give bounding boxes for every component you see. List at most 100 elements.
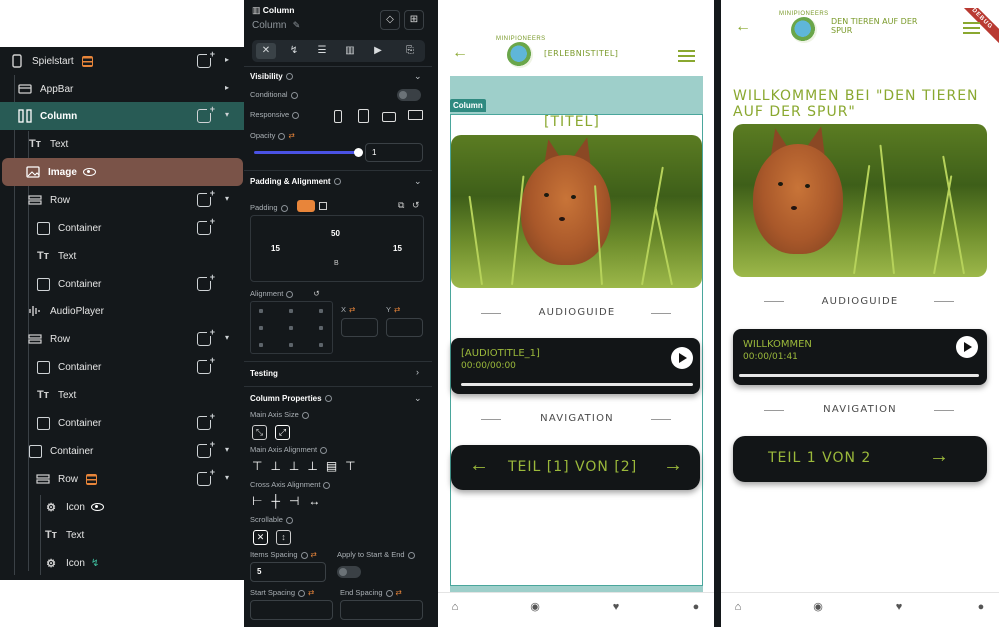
tree-item-container[interactable]: Container + (0, 353, 244, 381)
reset-icon[interactable]: ↺ (412, 200, 420, 211)
tree-item-container[interactable]: Container + ▾ (0, 437, 244, 465)
tab-docs-icon[interactable]: ⎘ (400, 43, 420, 59)
tree-item-row[interactable]: Row + ▾ (0, 186, 244, 214)
tab-actions-icon[interactable]: ↯ (284, 43, 304, 59)
add-widget-icon[interactable]: + (197, 439, 215, 458)
add-widget-icon[interactable]: + (197, 188, 215, 207)
scrollable-on-icon[interactable]: ↕ (276, 530, 291, 545)
alignment-grid[interactable] (250, 301, 333, 354)
tablet-size-icon[interactable] (358, 109, 369, 123)
menu-icon[interactable] (963, 22, 980, 35)
visibility-eye-icon[interactable] (90, 503, 104, 511)
tree-item-text[interactable]: Tт Text (0, 242, 244, 270)
add-widget-icon[interactable]: + (197, 411, 215, 430)
variable-icon[interactable]: ⇄ (288, 131, 294, 140)
tree-item-row[interactable]: Row + ▾ (0, 325, 244, 353)
main-axis-max-icon[interactable]: ⤢ (275, 425, 290, 440)
add-widget-icon[interactable]: + (197, 49, 215, 68)
opacity-input[interactable]: 1 (365, 143, 423, 162)
back-arrow-icon[interactable]: ← (735, 18, 751, 36)
audio-progress-bar[interactable] (739, 374, 979, 377)
expand-caret-icon[interactable]: ▾ (225, 473, 229, 482)
expand-chevron-icon[interactable]: › (416, 367, 419, 377)
copy-icon[interactable]: ⧉ (398, 200, 404, 211)
padding-right-value[interactable]: 15 (393, 244, 402, 253)
tree-item-column[interactable]: Column + ▾ (0, 102, 244, 130)
heart-icon[interactable]: ♥ (610, 601, 622, 613)
end-spacing-input[interactable] (340, 600, 423, 620)
alignment-x-input[interactable] (341, 318, 378, 337)
opacity-slider-track[interactable] (254, 151, 357, 154)
add-widget-icon[interactable]: + (197, 216, 215, 235)
tree-item-row[interactable]: Row + ▾ (0, 465, 244, 493)
tab-layout-icon[interactable]: ▥ (340, 43, 360, 59)
alignment-y-input[interactable] (386, 318, 423, 337)
padding-left-value[interactable]: 15 (271, 244, 280, 253)
profile-icon[interactable]: ● (975, 601, 987, 613)
cross-axis-alignment-options[interactable]: ⊢┼⊣↔ (252, 494, 329, 508)
tablet-landscape-icon[interactable] (382, 112, 396, 122)
tree-item-image[interactable]: Image (2, 158, 243, 186)
add-widget-icon[interactable]: + (197, 467, 215, 486)
add-widget-icon[interactable]: + (197, 272, 215, 291)
tree-item-icon[interactable]: ⚙ Icon (0, 493, 244, 521)
diamond-icon[interactable]: ◇ (380, 10, 400, 30)
tree-item-text[interactable]: Tт Text (0, 521, 244, 549)
play-button-icon[interactable] (671, 347, 693, 369)
next-arrow-icon[interactable]: → (929, 445, 949, 468)
padding-top-value[interactable]: 50 (331, 229, 340, 238)
tree-item-spielstart[interactable]: Spielstart + ▸ (0, 47, 244, 75)
expand-caret-icon[interactable]: ▾ (225, 333, 229, 342)
add-widget-icon[interactable]: + (197, 104, 215, 123)
action-flow-icon[interactable]: ↯ (91, 558, 99, 569)
items-spacing-input[interactable]: 5 (250, 562, 326, 582)
conditional-toggle[interactable] (397, 89, 421, 101)
reset-icon[interactable]: ↺ (313, 289, 319, 298)
variable-icon[interactable]: ⇄ (394, 305, 400, 314)
desktop-size-icon[interactable] (408, 110, 423, 120)
back-arrow-icon[interactable]: ← (452, 44, 468, 62)
tree-item-container[interactable]: Container + (0, 409, 244, 437)
next-arrow-icon[interactable]: → (663, 454, 683, 477)
tree-item-icon[interactable]: ⚙ Icon ↯ (0, 549, 244, 577)
testing-heading[interactable]: Testing (250, 369, 278, 378)
opacity-slider-handle[interactable] (354, 148, 363, 157)
variable-icon[interactable]: ⇄ (311, 550, 317, 559)
tab-properties-icon[interactable]: ✕ (256, 43, 276, 59)
tree-item-container[interactable]: Container + (0, 214, 244, 242)
start-spacing-input[interactable] (250, 600, 333, 620)
prev-arrow-icon[interactable]: ← (469, 454, 489, 477)
add-widget-icon[interactable]: + (197, 327, 215, 346)
padding-unlink-toggle[interactable] (319, 202, 327, 210)
play-circle-icon[interactable]: ◉ (812, 601, 824, 613)
padding-bottom-value[interactable]: B (334, 260, 339, 267)
tree-item-audioplayer[interactable]: AudioPlayer (0, 297, 244, 325)
menu-icon[interactable] (678, 50, 695, 63)
tree-item-container[interactable]: Container + (0, 270, 244, 298)
variable-icon[interactable]: ⇄ (308, 588, 314, 597)
heart-icon[interactable]: ♥ (893, 601, 905, 613)
expand-caret-icon[interactable]: ▸ (225, 83, 229, 92)
audio-progress-bar[interactable] (461, 383, 693, 386)
tree-item-text[interactable]: Tт Text (0, 130, 244, 158)
padding-link-toggle[interactable] (297, 200, 315, 212)
tree-item-text[interactable]: Tт Text (0, 381, 244, 409)
collapse-chevron-icon[interactable]: ⌄ (414, 176, 422, 187)
phone-size-icon[interactable] (334, 110, 342, 123)
play-circle-icon[interactable]: ◉ (529, 601, 541, 613)
expand-caret-icon[interactable]: ▾ (225, 194, 229, 203)
play-button-icon[interactable] (956, 336, 978, 358)
expand-caret-icon[interactable]: ▾ (225, 445, 229, 454)
expand-caret-icon[interactable]: ▾ (225, 110, 229, 119)
tab-backend-icon[interactable]: ☰ (312, 43, 332, 59)
scrollable-off-icon[interactable]: ✕ (253, 530, 268, 545)
main-axis-min-icon[interactable]: ⤡ (252, 425, 267, 440)
add-to-page-icon[interactable]: ⊞ (404, 10, 424, 30)
add-widget-icon[interactable]: + (197, 355, 215, 374)
apply-start-end-toggle[interactable] (337, 566, 361, 578)
variable-icon[interactable]: ⇄ (396, 588, 402, 597)
collapse-chevron-icon[interactable]: ⌄ (414, 393, 422, 404)
tree-item-appbar[interactable]: AppBar ▸ (0, 75, 244, 103)
expand-caret-icon[interactable]: ▸ (225, 55, 229, 64)
variable-icon[interactable]: ⇄ (349, 305, 355, 314)
